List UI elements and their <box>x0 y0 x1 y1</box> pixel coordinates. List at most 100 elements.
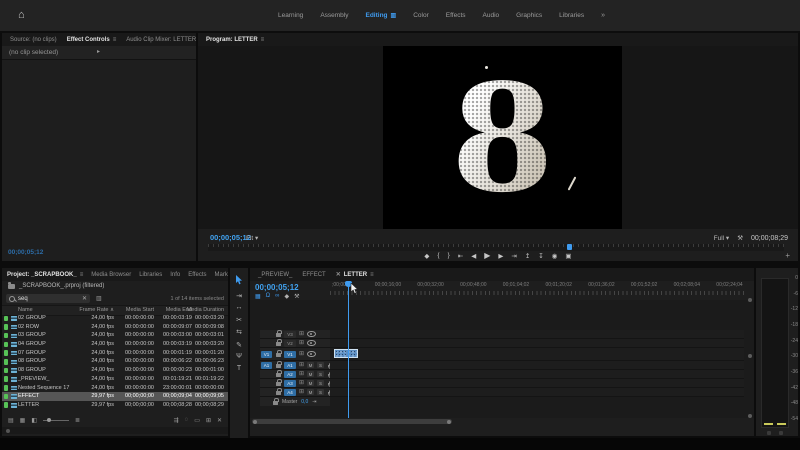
column-frame-rate[interactable]: Frame Rate ∧ <box>79 306 114 314</box>
tab-project-scrapbook-[interactable]: Project: _SCRAPBOOK_ ≡ <box>7 272 83 278</box>
item-name[interactable]: _PREVIEW_ <box>18 375 49 384</box>
insert-track-icon[interactable]: ⊞ <box>299 351 304 357</box>
workspace-tab-color[interactable]: Color <box>413 12 429 19</box>
ripple-edit-tool[interactable]: ↔ <box>236 304 243 311</box>
find-icon[interactable]: ◌ <box>185 417 189 424</box>
snap-icon[interactable]: Ω <box>266 293 271 300</box>
new-item-icon[interactable]: ⊞ <box>206 417 211 424</box>
add-marker-icon[interactable]: ◆ <box>284 293 289 300</box>
source-patch-a1[interactable]: A1 <box>261 361 272 369</box>
settings-wrench-icon[interactable]: ⚒ <box>737 234 743 242</box>
project-row--preview-[interactable]: _PREVIEW_ 24,00 fps 00:00:00:00 00:01:19:21… <box>2 375 228 384</box>
timeline-clip[interactable] <box>334 349 358 358</box>
master-track-header[interactable]: Master 0,0 ⇥ <box>260 397 330 406</box>
project-row-08-group[interactable]: 08 GROUP 24,00 fps 00:00:00:00 00:00:06:22 0… <box>2 357 228 366</box>
label-color-chip[interactable] <box>4 315 8 322</box>
column-media-start[interactable]: Media Start <box>126 306 154 314</box>
track-lane-a2[interactable] <box>330 370 744 378</box>
search-input[interactable]: seq ✕ <box>6 294 90 303</box>
automate-to-sequence-icon[interactable]: ⇶ <box>174 417 179 424</box>
item-name[interactable]: 03 GROUP <box>18 331 46 340</box>
close-icon[interactable]: ✕ <box>336 271 341 278</box>
timeline-vscroll-knob[interactable] <box>748 298 752 302</box>
solo-right-button[interactable] <box>779 431 783 435</box>
lift-button[interactable]: ↥ <box>525 252 530 260</box>
panel-menu-icon[interactable]: ≡ <box>370 272 374 278</box>
workspace-tab-libraries[interactable]: Libraries <box>559 12 584 19</box>
lock-icon[interactable] <box>276 379 282 386</box>
item-name[interactable]: Nested Sequence 17 <box>18 384 69 393</box>
project-row-effect[interactable]: EFFECT 29,97 fps 00;00;00;00 00;00;09;04 00;… <box>2 392 228 401</box>
add-marker-button[interactable]: ◆ <box>424 252 429 260</box>
slip-tool[interactable]: ⇆ <box>236 328 242 336</box>
fit-sequence-icon[interactable]: ⇥ <box>312 399 316 405</box>
item-name[interactable]: EFFECT <box>18 392 39 401</box>
track-target-v2[interactable]: V2 <box>284 339 296 347</box>
lock-icon[interactable] <box>276 350 282 357</box>
pen-tool[interactable]: ✎ <box>236 341 242 349</box>
insert-track-icon[interactable]: ⊞ <box>299 340 304 346</box>
timeline-vscroll-knob[interactable] <box>748 354 752 358</box>
extract-button[interactable]: ↧ <box>538 252 543 260</box>
program-current-timecode[interactable]: 00;00;05;12 <box>210 233 251 242</box>
label-color-chip[interactable] <box>4 359 8 365</box>
workspace-tab-learning[interactable]: Learning <box>278 12 303 19</box>
zoom-slider[interactable] <box>43 417 70 422</box>
workspace-tab-effects[interactable]: Effects <box>446 12 466 19</box>
list-view-icon[interactable]: ▤ <box>8 417 14 424</box>
razor-tool[interactable]: ✂ <box>236 316 242 324</box>
mute-button[interactable]: M <box>307 380 315 386</box>
clear-search-icon[interactable]: ✕ <box>82 295 87 302</box>
column-media-duration[interactable]: Media Duration <box>187 306 224 314</box>
label-color-chip[interactable] <box>4 376 8 382</box>
item-name[interactable]: 08 GROUP <box>18 366 46 375</box>
workspace-menu-icon[interactable]: ▥ <box>391 13 397 19</box>
project-row-letter[interactable]: LETTER 29,97 fps 00;00;00;00 00;00;08;28 00;… <box>2 401 228 410</box>
item-name[interactable]: LETTER <box>18 401 39 410</box>
project-row-02-group[interactable]: 02 GROUP 24,00 fps 00:00:00:00 00:00:03:19 0… <box>2 314 228 323</box>
tab-media-browser[interactable]: Media Browser <box>91 272 131 278</box>
track-lane-a1[interactable] <box>330 361 744 369</box>
timeline-zoom-scrollbar[interactable] <box>252 419 452 424</box>
go-to-in-button[interactable]: ⇤ <box>458 252 463 260</box>
label-color-chip[interactable] <box>4 324 8 330</box>
workspace-tab-graphics[interactable]: Graphics <box>516 12 542 19</box>
insert-track-icon[interactable]: ⊞ <box>299 389 304 395</box>
solo-button[interactable]: S <box>317 371 325 377</box>
master-value[interactable]: 0,0 <box>301 399 308 405</box>
track-header-v2[interactable]: V2 ⊞ <box>260 339 330 347</box>
column-name[interactable]: Name <box>18 306 33 314</box>
project-breadcrumb[interactable]: _SCRAPBOOK_.prproj (filtered) <box>2 281 228 292</box>
label-color-chip[interactable] <box>4 341 8 348</box>
lock-icon[interactable] <box>276 330 282 337</box>
program-video-frame[interactable]: 8 <box>383 46 622 229</box>
timeline-view-toggle-icon[interactable]: ▸ <box>97 46 100 59</box>
tab-audio-clip-mixer-letter[interactable]: Audio Clip Mixer: LETTER <box>126 37 196 43</box>
timeline-ruler[interactable]: ;00;00 00;00;16;00 00;00;32;00 00;00;48;00 0… <box>330 281 744 300</box>
delete-icon[interactable]: ✕ <box>217 417 222 424</box>
toggle-track-output-eye-icon[interactable] <box>307 330 317 338</box>
lock-icon[interactable] <box>276 370 282 377</box>
lock-icon[interactable] <box>276 388 282 395</box>
project-row-08-group[interactable]: 08 GROUP 24,00 fps 00:00:00:00 00:00:00:23 0… <box>2 366 228 375</box>
timeline-vscroll-knob[interactable] <box>748 414 752 418</box>
label-color-chip[interactable] <box>4 393 8 400</box>
solo-button[interactable]: S <box>317 362 325 368</box>
selection-tool[interactable] <box>235 275 243 287</box>
type-tool[interactable]: T <box>237 365 241 372</box>
insert-track-icon[interactable]: ⊞ <box>299 331 304 337</box>
comparison-view-button[interactable]: ▣ <box>565 252 571 260</box>
track-target-a4[interactable]: A4 <box>284 388 296 396</box>
track-target-v1[interactable]: V1 <box>284 350 296 358</box>
tab-program[interactable]: Program: LETTER ≡ <box>206 37 264 43</box>
effect-controls-timecode[interactable]: 00;00;05;12 <box>8 249 43 256</box>
timeline-current-timecode[interactable]: 00;00;05;12 <box>255 283 299 292</box>
tab-effect[interactable]: EFFECT <box>302 272 325 278</box>
nest-sequence-icon[interactable]: ▦ <box>255 293 261 300</box>
item-name[interactable]: 02 ROW <box>18 323 39 332</box>
step-back-button[interactable]: ◀ <box>471 252 476 260</box>
item-name[interactable]: 08 GROUP <box>18 357 46 366</box>
mute-button[interactable]: M <box>307 371 315 377</box>
label-color-chip[interactable] <box>4 332 8 339</box>
tab-effects[interactable]: Effects <box>188 272 206 278</box>
